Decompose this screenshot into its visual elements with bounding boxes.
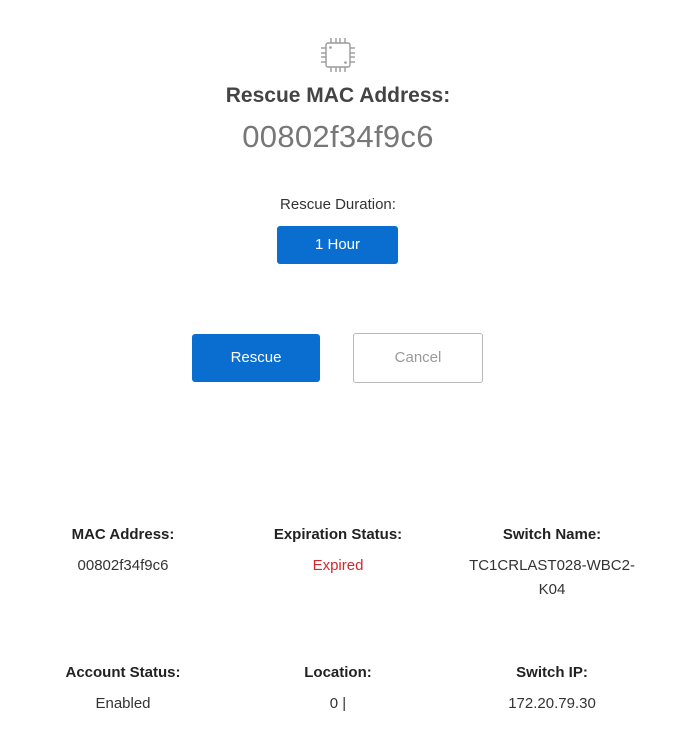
switch-ip-label: Switch IP: bbox=[516, 664, 588, 681]
account-status-value: Enabled bbox=[95, 695, 151, 712]
switch-ip-value: 172.20.79.30 bbox=[508, 695, 596, 712]
cancel-button[interactable]: Cancel bbox=[353, 333, 483, 383]
account-status-info: Account Status: Enabled bbox=[28, 662, 218, 716]
mac-address-value: 00802f34f9c6 bbox=[77, 557, 169, 574]
location-value: 0 | bbox=[329, 695, 347, 712]
rescue-mac-address: 00802f34f9c6 bbox=[242, 119, 434, 154]
switch-name-info: Switch Name: TC1CRLAST028-WBC2-K04 bbox=[457, 524, 647, 602]
location-info: Location: 0 | bbox=[243, 662, 433, 716]
account-status-label: Account Status: bbox=[65, 664, 181, 681]
expiration-status-label: Expiration Status: bbox=[273, 526, 403, 543]
rescue-button[interactable]: Rescue bbox=[192, 334, 320, 382]
mac-address-info: MAC Address: 00802f34f9c6 bbox=[28, 524, 218, 578]
page-title: Rescue MAC Address: bbox=[225, 84, 451, 107]
mac-address-label: MAC Address: bbox=[71, 526, 175, 543]
location-label: Location: bbox=[304, 664, 372, 681]
rescue-duration-label: Rescue Duration: bbox=[280, 196, 396, 213]
chip-icon bbox=[319, 36, 357, 74]
switch-name-value: TC1CRLAST028-WBC2-K04 bbox=[469, 557, 635, 598]
expiration-status-value: Expired bbox=[312, 557, 364, 574]
expiration-status-info: Expiration Status: Expired bbox=[243, 524, 433, 578]
switch-name-label: Switch Name: bbox=[502, 526, 602, 543]
rescue-duration-button[interactable]: 1 Hour bbox=[277, 226, 398, 264]
switch-ip-info: Switch IP: 172.20.79.30 bbox=[457, 662, 647, 716]
